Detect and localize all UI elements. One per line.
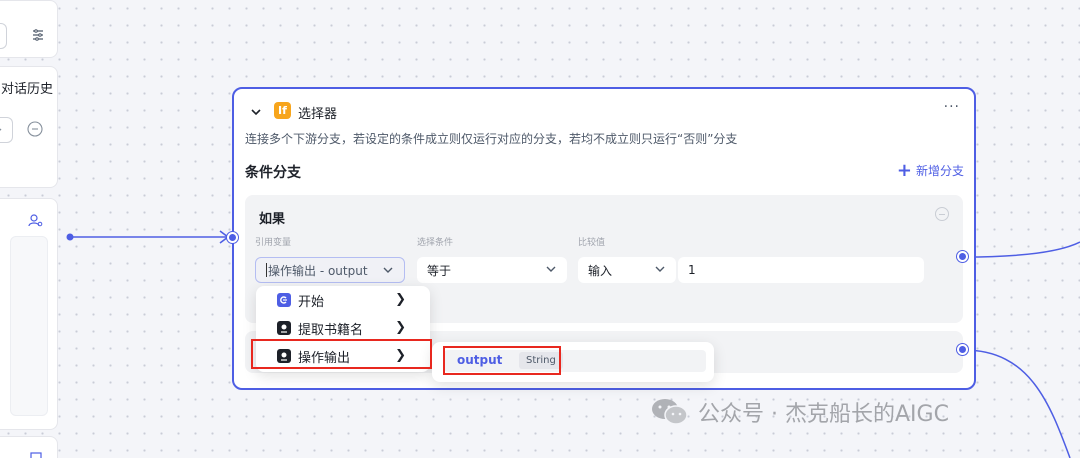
if-output-port[interactable]	[957, 251, 968, 262]
watermark-text: 公众号 · 杰克船长的AIGC	[698, 402, 949, 427]
llm-icon	[277, 321, 291, 335]
chevron-down-icon	[546, 266, 556, 272]
remove-branch-icon[interactable]	[935, 207, 949, 221]
outgoing-connection-lines	[963, 241, 1080, 458]
left-panel-card-bottom	[0, 436, 58, 458]
chevron-right-icon: ❯	[395, 292, 406, 307]
remove-circle-icon[interactable]	[27, 121, 43, 137]
highlight-box-output	[443, 346, 561, 375]
chevron-down-icon	[383, 267, 393, 273]
condition-branch-title: 条件分支	[245, 165, 301, 181]
plus-icon: +	[896, 159, 912, 181]
left-panel-card-top	[0, 0, 58, 58]
condition-select[interactable]: 等于	[417, 257, 567, 283]
dropdown-item-label: 提取书籍名	[298, 322, 364, 338]
dropdown-item-extract-book[interactable]: 提取书籍名 ❯	[256, 314, 430, 342]
condition-label: 选择条件	[417, 238, 454, 248]
compare-value: 1	[688, 263, 696, 277]
wechat-icon	[652, 399, 688, 425]
node-description: 连接多个下游分支，若设定的条件成立则仅运行对应的分支，若均不成立则只运行“否则”…	[245, 132, 738, 146]
compare-type-value: 输入	[588, 263, 613, 278]
collapse-chevron-icon[interactable]	[250, 106, 262, 118]
compare-type-select[interactable]: 输入	[578, 257, 676, 283]
left-panel-text-area[interactable]	[10, 236, 48, 416]
highlight-box-action-output	[251, 339, 432, 369]
ref-var-value: 操作输出 - output	[268, 263, 368, 278]
history-select-fragment[interactable]	[0, 117, 13, 143]
variable-select-fragment[interactable]	[0, 23, 7, 49]
input-port[interactable]	[227, 232, 238, 243]
if-node-icon: If	[274, 102, 291, 119]
watermark: 公众号 · 杰克船长的AIGC	[650, 396, 949, 428]
more-options-icon[interactable]: ···	[944, 99, 960, 115]
if-branch-label: 如果	[259, 212, 286, 227]
incoming-connection-line	[66, 230, 230, 244]
node-title: 选择器	[298, 107, 338, 122]
user-settings-icon[interactable]	[28, 213, 43, 228]
add-branch-button[interactable]: + 新增分支	[896, 159, 964, 181]
add-branch-label: 新增分支	[915, 164, 964, 178]
chevron-right-icon: ❯	[395, 320, 406, 335]
compare-value-input[interactable]: 1	[678, 257, 924, 283]
left-panel-card-history: 对话历史	[0, 66, 58, 188]
filter-settings-icon[interactable]	[31, 28, 45, 42]
start-icon	[277, 293, 291, 307]
text-cursor	[266, 263, 267, 277]
ref-var-select[interactable]: 操作输出 - output	[255, 257, 405, 283]
chevron-down-icon	[0, 128, 2, 131]
dropdown-item-start[interactable]: 开始 ❯	[256, 286, 430, 314]
ref-var-label: 引用变量	[255, 238, 292, 248]
else-output-port[interactable]	[957, 344, 968, 355]
dropdown-item-label: 开始	[298, 294, 325, 310]
chevron-down-icon	[655, 266, 665, 272]
compare-label: 比较值	[578, 238, 606, 248]
chat-history-label: 对话历史	[1, 82, 54, 97]
code-icon[interactable]	[29, 451, 43, 458]
condition-value: 等于	[427, 263, 452, 278]
